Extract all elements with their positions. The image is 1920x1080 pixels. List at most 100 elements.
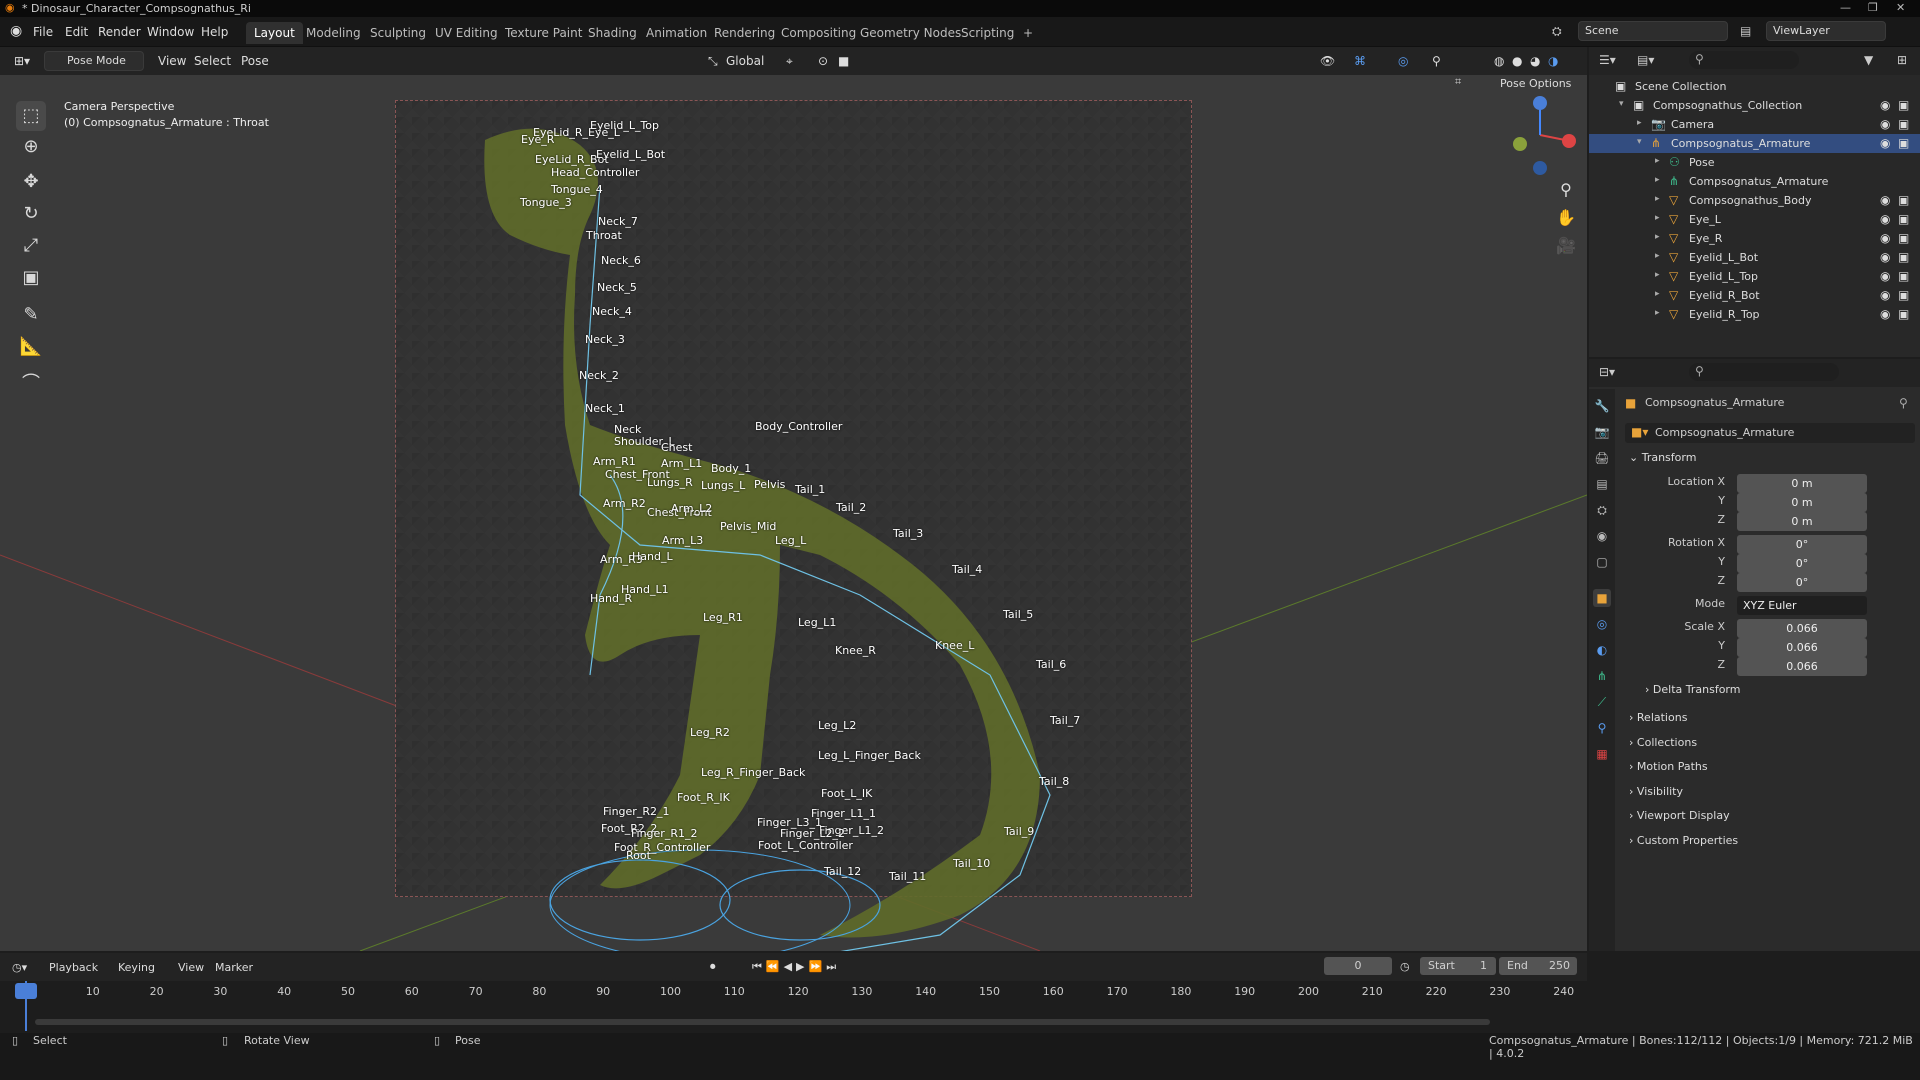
bone-label[interactable]: Leg_L_Finger_Back [818, 749, 921, 762]
collection-tab-icon[interactable]: ▢ [1593, 553, 1611, 571]
scale-y-field[interactable]: 0.066 [1737, 638, 1867, 657]
expand-arrow-icon[interactable]: ▸ [1655, 232, 1660, 242]
bone-label[interactable]: Neck_1 [585, 402, 625, 415]
expand-arrow-icon[interactable]: ▸ [1655, 289, 1660, 299]
navigation-gizmo[interactable] [1500, 95, 1580, 175]
eye-icon[interactable]: ◉ [1880, 212, 1890, 226]
outliner-row[interactable]: ▸ ▽ Eye_L ◉ ▣ [1589, 210, 1920, 229]
expand-arrow-icon[interactable]: ▸ [1655, 194, 1660, 204]
viewlayer-selector[interactable]: ViewLayer [1766, 21, 1886, 41]
location-z-field[interactable]: 0 m [1737, 512, 1867, 531]
world-tab-icon[interactable]: ◉ [1593, 527, 1611, 545]
properties-search-input[interactable]: ⚲ [1689, 363, 1839, 381]
tool-tab-icon[interactable]: 🔧 [1593, 397, 1611, 415]
bone-label[interactable]: Neck_7 [598, 215, 638, 228]
bone-label[interactable]: Neck_6 [601, 254, 641, 267]
menu-view[interactable]: View [158, 54, 186, 68]
bone-label[interactable]: Head_Controller [551, 166, 639, 179]
bone-label[interactable]: Neck_2 [579, 369, 619, 382]
eye-icon[interactable]: ◉ [1880, 117, 1890, 131]
3d-viewport[interactable]: Camera Perspective (0) Compsognatus_Arma… [0, 75, 1587, 951]
gizmo-icon[interactable]: ⌘ [1354, 54, 1366, 68]
restore-icon[interactable]: ❐ [1868, 1, 1878, 14]
bone-label[interactable]: Arm_R2 [603, 497, 646, 510]
eye-icon[interactable]: ◉ [1880, 250, 1890, 264]
render-camera-icon[interactable]: ▣ [1898, 250, 1909, 264]
bone-label[interactable]: Tail_7 [1050, 714, 1080, 727]
texture-tab-icon[interactable]: ▦ [1593, 745, 1611, 763]
bone-label[interactable]: Tail_3 [893, 527, 923, 540]
panel-header[interactable]: › Relations [1629, 711, 1687, 724]
rotation-y-field[interactable]: 0° [1737, 554, 1867, 573]
rotation-mode-dropdown[interactable]: XYZ Euler [1737, 596, 1867, 615]
bone-label[interactable]: Tail_9 [1004, 825, 1034, 838]
properties-editor-icon[interactable]: ⊟▾ [1599, 365, 1615, 379]
bone-label[interactable]: Lungs_L [701, 479, 745, 492]
bone-label[interactable]: Neck_3 [585, 333, 625, 346]
location-x-field[interactable]: 0 m [1737, 474, 1867, 493]
transform-tool[interactable]: ▣ [16, 263, 46, 293]
eye-icon[interactable]: ◉ [1880, 231, 1890, 245]
add-workspace-button[interactable]: + [1015, 22, 1041, 44]
scale-tool[interactable]: ⤢ [16, 231, 46, 261]
bone-relax-tool[interactable]: ⌒ [16, 369, 46, 399]
mode-selector[interactable]: Pose Mode [44, 51, 144, 71]
render-camera-icon[interactable]: ▣ [1898, 307, 1909, 321]
menu-view[interactable]: View [178, 961, 204, 974]
bone-label[interactable]: Foot_L_Controller [758, 839, 853, 852]
playback-controls[interactable]: ⏮⏪◀▶⏩⏭ [752, 960, 840, 974]
expand-arrow-icon[interactable]: ▸ [1655, 270, 1660, 280]
new-collection-icon[interactable]: ⊞ [1897, 53, 1907, 67]
bone-label[interactable]: Lungs_R [647, 476, 693, 489]
orientation-selector[interactable]: Global [726, 54, 764, 68]
bone-label[interactable]: Leg_L [775, 534, 806, 547]
object-tab-icon[interactable]: ■ [1593, 589, 1611, 607]
menu-help[interactable]: Help [201, 25, 228, 39]
rendered-shading-icon[interactable]: ◑ [1548, 54, 1558, 68]
expand-arrow-icon[interactable]: ▸ [1655, 213, 1660, 223]
overlay-icon[interactable]: ◎ [1398, 54, 1408, 68]
bone-label[interactable]: Body_Controller [755, 420, 842, 433]
start-frame-field[interactable]: Start 1 [1420, 957, 1496, 975]
bone-label[interactable]: Body_1 [711, 462, 751, 475]
bone-label[interactable]: Hand_L1 [621, 583, 669, 596]
bone-label[interactable]: Leg_R1 [703, 611, 743, 624]
menu-edit[interactable]: Edit [65, 25, 88, 39]
eye-icon[interactable]: ◉ [1880, 269, 1890, 283]
current-frame-field[interactable]: 0 [1324, 957, 1392, 975]
eye-icon[interactable]: ◉ [1880, 307, 1890, 321]
outliner-row[interactable]: ▸ ▽ Eyelid_L_Top ◉ ▣ [1589, 267, 1920, 286]
pose-options-dropdown[interactable]: Pose Options [1500, 77, 1571, 90]
scene-selector[interactable]: Scene [1578, 21, 1728, 41]
tab-animation[interactable]: Animation [638, 22, 715, 44]
render-camera-icon[interactable]: ▣ [1898, 269, 1909, 283]
constraint-tab-icon[interactable]: ⚲ [1593, 719, 1611, 737]
bone-label[interactable]: Arm_R1 [593, 455, 636, 468]
eye-icon[interactable]: ◉ [1880, 193, 1890, 207]
bone-label[interactable]: Finger_R1_2 [631, 827, 697, 840]
tab-texture-paint[interactable]: Texture Paint [497, 22, 590, 44]
material-shading-icon[interactable]: ◕ [1530, 54, 1540, 68]
expand-arrow-icon[interactable]: ▸ [1655, 156, 1660, 166]
expand-arrow-icon[interactable]: ▸ [1655, 308, 1660, 318]
bone-label[interactable]: Tail_1 [795, 483, 825, 496]
measure-tool[interactable]: 📐 [16, 332, 46, 362]
bone-label[interactable]: Neck_5 [597, 281, 637, 294]
menu-select[interactable]: Select [194, 54, 231, 68]
bone-label[interactable]: Finger_R2_1 [603, 805, 669, 818]
menu-playback[interactable]: Playback [49, 961, 98, 974]
bone-label[interactable]: Neck_4 [592, 305, 632, 318]
outliner-row[interactable]: ▾ ⋔ Compsognatus_Armature ◉ ▣ [1589, 134, 1920, 153]
bone-label[interactable]: Throat [586, 229, 622, 242]
bone-label[interactable]: Leg_R_Finger_Back [701, 766, 805, 779]
outliner-row[interactable]: ▸ ▽ Eyelid_R_Bot ◉ ▣ [1589, 286, 1920, 305]
outliner-row[interactable]: ▸ ▽ Eyelid_L_Bot ◉ ▣ [1589, 248, 1920, 267]
bone-label[interactable]: Leg_R2 [690, 726, 730, 739]
visibility-icon[interactable]: 👁 [1320, 54, 1335, 68]
filter-icon[interactable]: ▼ [1864, 53, 1873, 67]
camera-view-icon[interactable]: 🎥 [1553, 233, 1579, 259]
pivot-icon[interactable]: ⌖ [786, 54, 793, 69]
annotate-tool[interactable]: ✎ [16, 300, 46, 330]
scale-z-field[interactable]: 0.066 [1737, 657, 1867, 676]
blender-menu-icon[interactable]: ◉ [10, 23, 22, 39]
